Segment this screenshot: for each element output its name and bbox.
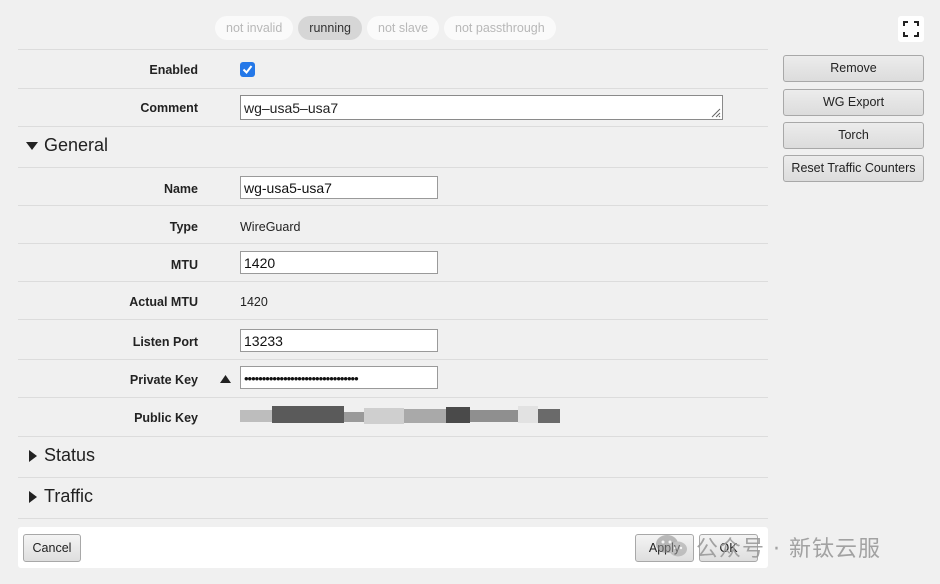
public-key-redacted bbox=[240, 406, 570, 428]
status-invalid: not invalid bbox=[215, 16, 294, 40]
wechat-logo-icon bbox=[656, 535, 687, 557]
torch-button[interactable]: Torch bbox=[783, 122, 924, 149]
general-title: General bbox=[44, 135, 109, 155]
mtu-input[interactable]: 1420 bbox=[240, 251, 438, 274]
comment-label: Comment bbox=[140, 101, 198, 115]
private-key-label: Private Key bbox=[129, 373, 198, 387]
status-running: running bbox=[298, 16, 362, 40]
name-input[interactable]: wg-usa5-usa7 bbox=[240, 176, 438, 199]
actual-mtu-row: Actual MTU 1420 bbox=[18, 281, 768, 319]
public-key-label: Public Key bbox=[134, 411, 198, 425]
comment-textarea[interactable]: wg–usa5–usa7 bbox=[240, 95, 723, 120]
status-passthrough: not passthrough bbox=[444, 16, 556, 40]
private-key-input[interactable]: •••••••••••••••••••••••••••••••• bbox=[240, 366, 438, 389]
type-label: Type bbox=[169, 220, 198, 234]
status-slave: not slave bbox=[367, 16, 440, 40]
mtu-row: MTU 1420 bbox=[18, 243, 768, 281]
traffic-title: Traffic bbox=[44, 486, 94, 506]
status-title: Status bbox=[44, 445, 96, 465]
enabled-checkbox[interactable] bbox=[240, 62, 255, 77]
type-value: WireGuard bbox=[240, 220, 301, 234]
watermark-text: 公众号 · 新钛云服 bbox=[696, 537, 881, 562]
actual-mtu-value: 1420 bbox=[240, 295, 268, 309]
status-tabs: not invalid running not slave not passth… bbox=[215, 16, 556, 40]
caret-down-icon bbox=[26, 142, 38, 150]
interface-form: Enabled Comment wg–usa5–usa7 General Nam… bbox=[18, 49, 768, 519]
reset-traffic-counters-button[interactable]: Reset Traffic Counters bbox=[783, 155, 924, 182]
listen-port-label: Listen Port bbox=[132, 335, 198, 349]
mtu-label: MTU bbox=[170, 258, 198, 272]
private-key-row: Private Key ••••••••••••••••••••••••••••… bbox=[18, 359, 768, 397]
comment-row: Comment wg–usa5–usa7 bbox=[18, 88, 768, 126]
status-section-header[interactable]: Status bbox=[18, 436, 768, 477]
listen-port-row: Listen Port 13233 bbox=[18, 319, 768, 359]
listen-port-input[interactable]: 13233 bbox=[240, 329, 438, 352]
fullscreen-icon bbox=[903, 21, 919, 37]
actual-mtu-label: Actual MTU bbox=[129, 295, 198, 309]
caret-right-icon bbox=[29, 450, 37, 462]
enabled-row: Enabled bbox=[18, 49, 768, 88]
general-section-header[interactable]: General bbox=[18, 126, 768, 167]
caret-right-icon bbox=[29, 491, 37, 503]
public-key-row: Public Key bbox=[18, 397, 768, 436]
cancel-button[interactable]: Cancel bbox=[23, 534, 81, 562]
enabled-label: Enabled bbox=[149, 63, 198, 77]
fullscreen-button[interactable] bbox=[898, 16, 924, 42]
name-label: Name bbox=[163, 182, 198, 196]
name-row: Name wg-usa5-usa7 bbox=[18, 167, 768, 205]
remove-button[interactable]: Remove bbox=[783, 55, 924, 82]
wg-export-button[interactable]: WG Export bbox=[783, 89, 924, 116]
caret-up-icon[interactable] bbox=[220, 375, 231, 383]
resize-grip-icon[interactable] bbox=[709, 106, 721, 118]
type-row: Type WireGuard bbox=[18, 205, 768, 243]
comment-text: wg–usa5–usa7 bbox=[244, 100, 339, 116]
traffic-section-header[interactable]: Traffic bbox=[18, 477, 768, 518]
check-icon bbox=[242, 65, 253, 75]
